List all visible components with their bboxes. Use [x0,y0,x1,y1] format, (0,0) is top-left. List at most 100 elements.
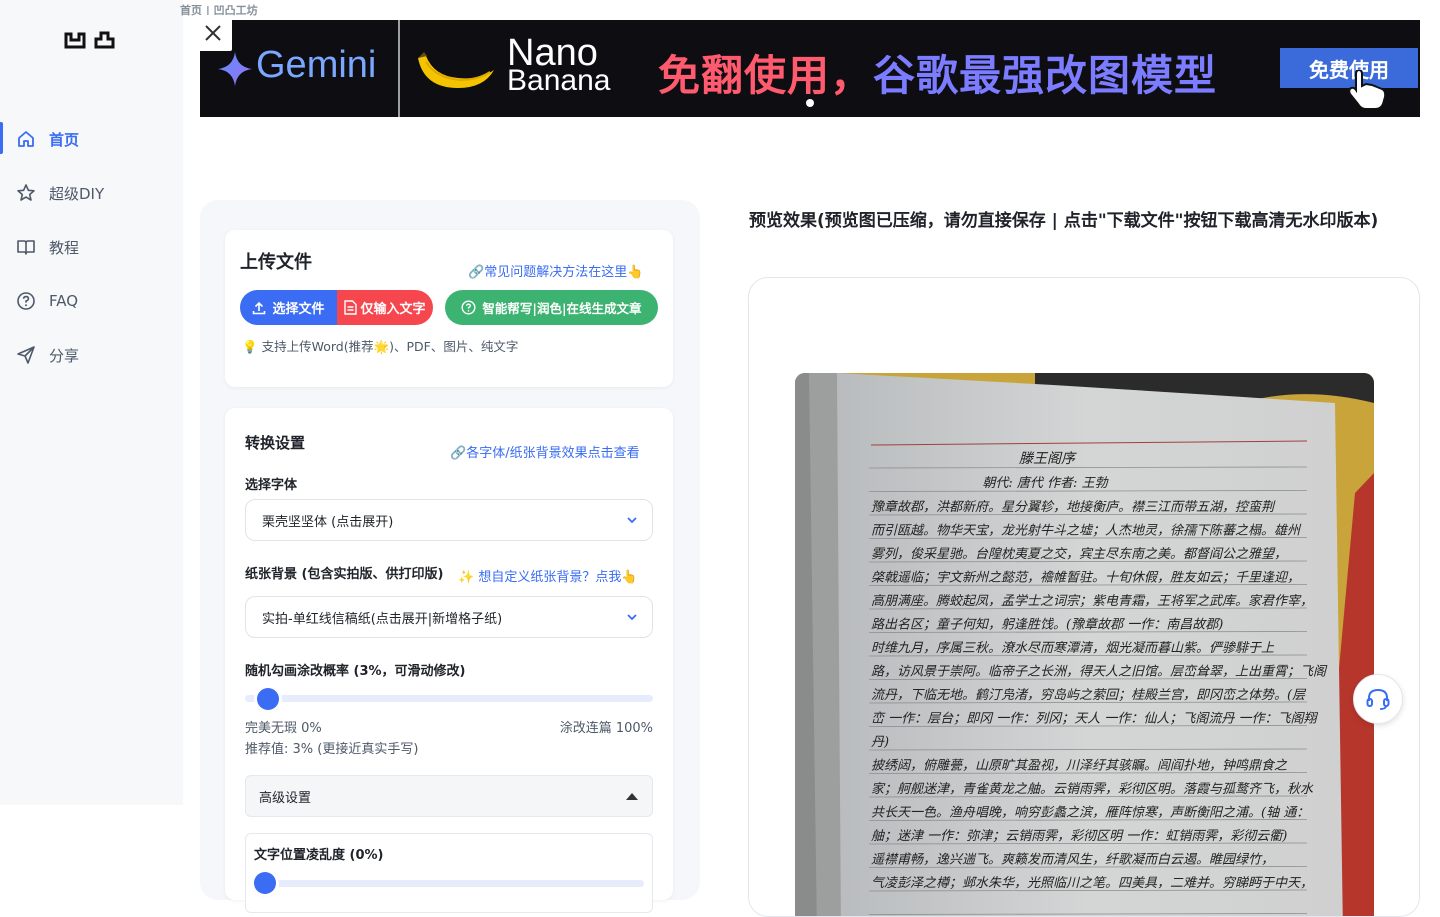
position-slider-thumb[interactable] [254,872,276,894]
sidebar-item-diy[interactable]: 超级DIY [0,166,183,220]
scribble-min-label: 完美无瑕 0% [245,721,322,736]
doc-line: 棨戟遥临；宇文新州之懿范，襜帷暂驻。十旬休假，胜友如云；千里逢迎， [871,570,1300,586]
doc-line: 路出名区；童子何知，躬逢胜饯。(豫章故郡 一作：南昌故郡) [871,617,1223,633]
paper-custom-link-text: 想自定义纸张背景？点我👆 [478,570,638,585]
headset-icon [1366,688,1390,710]
lightbulb-icon: 💡 [242,339,258,354]
upload-button-group: 选择文件 仅输入文字 [240,290,433,325]
upload-hint: 💡 支持上传Word(推荐🌟)、PDF、图片、纯文字 [242,336,518,355]
home-icon [18,131,34,147]
book-icon [17,240,35,255]
font-label: 选择字体 [245,478,298,493]
scribble-label: 随机勾画涂改概率 (3%，可滑动修改) [245,664,466,679]
font-select-value: 栗壳坚坚体 (点击展开) [262,514,394,530]
sidebar-item-label: 教程 [49,238,80,257]
help-circle-icon [17,292,35,310]
position-label: 文字位置凌乱度 (0%) [254,848,384,863]
help-circle-icon [461,300,476,315]
upload-title: 上传文件 [240,252,312,273]
settings-title: 转换设置 [245,434,306,452]
sidebar-item-faq[interactable]: FAQ [0,274,183,328]
link-icon: 🔗 [450,446,467,461]
effects-link-text: 各字体/纸张背景效果点击查看 [466,446,640,461]
upload-hint-text: 支持上传Word(推荐🌟)、PDF、图片、纯文字 [261,339,519,354]
doc-line: 共长天一色。渔舟唱晚，响穷彭蠡之滨，雁阵惊寒，声断衡阳之浦。(轴 通： [871,805,1309,821]
link-icon: 🔗 [468,265,485,280]
sidebar-item-share[interactable]: 分享 [0,328,183,382]
close-icon [205,25,221,41]
choose-file-button[interactable]: 选择文件 [240,290,337,325]
star-icon [17,184,35,201]
paper-label: 纸张背景 (包含实拍版、供打印版) [245,567,444,582]
sidebar-item-home[interactable]: 首页 [0,112,183,166]
font-select[interactable]: 栗壳坚坚体 (点击展开) [245,499,653,541]
sidebar-item-label: 超级DIY [49,184,105,203]
doc-line: 豫章故郡，洪都新府。星分翼轸，地接衡庐。襟三江而带五湖，控蛮荆 [871,499,1276,515]
choose-file-label: 选择文件 [272,302,325,317]
recommend-text: 推荐值: 3% (更接近真实手写) [245,742,419,757]
faq-link[interactable]: 🔗常见问题解决方法在这里👆 [468,261,643,280]
scribble-slider-track[interactable] [245,695,653,702]
advanced-settings-panel: 文字位置凌乱度 (0%) [245,833,653,913]
doc-line: 而引瓯越。物华天宝，龙光射牛斗之墟；人杰地灵，徐孺下陈蕃之榻。雄州 [871,523,1302,539]
doc-line: 时维九月，序属三秋。潦水尽而寒潭清，烟光凝而暮山紫。俨骖騑于上 [871,640,1275,656]
chevron-down-icon [627,614,637,621]
doc-line: 家；舸舰迷津，青雀黄龙之舳。云销雨霁，彩彻区明。落霞与孤鹜齐飞，秋水 [871,781,1314,797]
settings-card: 转换设置 🔗各字体/纸张背景效果点击查看 选择字体 栗壳坚坚体 (点击展开) 纸… [225,408,673,913]
paper-custom-link[interactable]: ✨ 想自定义纸张背景？点我👆 [458,566,638,585]
banner-divider [398,20,400,117]
doc-line: 雾列，俊采星驰。台隍枕夷夏之交，宾主尽东南之美。都督阎公之雅望， [871,546,1287,562]
preview-title: 预览效果(预览图已压缩，请勿直接保存 | 点击"下载文件"按钮下载高清无水印版本… [749,211,1379,231]
preview-box: 滕王阁序朝代: 唐代 作者: 王勃豫章故郡，洪都新府。星分翼轸，地接衡庐。襟三江… [748,277,1420,917]
paper-select[interactable]: 实拍-单红线信稿纸(点击展开|新增格子纸) [245,596,653,638]
paper-select-value: 实拍-单红线信稿纸(点击展开|新增格子纸) [262,611,503,627]
position-slider-track[interactable] [254,880,644,887]
sidebar-item-label: 首页 [49,130,80,149]
app-logo-icon[interactable] [64,30,116,52]
document-icon [344,300,358,315]
faq-link-text: 常见问题解决方法在这里👆 [484,265,644,280]
doc-line: 丹) [871,735,889,750]
promo-banner[interactable]: Gemini Nano Banana 免翻使用，谷歌最强改图模型 免费使用 [200,20,1420,117]
doc-line: 路，访风景于崇阿。临帝子之长洲，得天人之旧馆。层峦耸翠，上出重霄；飞阁 [871,664,1328,680]
sidebar-item-label: FAQ [49,292,79,310]
banner-brand: Gemini [256,44,377,86]
caret-up-icon [626,793,638,800]
pointer-hand-icon [1348,70,1387,110]
banner-slogan: 免翻使用，谷歌最强改图模型 [658,42,1217,103]
ai-write-label: 智能帮写|润色|在线生成文章 [482,301,642,316]
sidebar-item-tutorial[interactable]: 教程 [0,220,183,274]
doc-title: 滕王阁序 [1019,451,1077,467]
sidebar-nav: 首页 超级DIY 教程 FAQ 分享 [0,112,183,382]
doc-author: 朝代: 唐代 作者: 王勃 [982,475,1109,491]
scribble-slider-thumb[interactable] [257,688,280,710]
banner-slogan-part1: 免翻使用， [658,51,874,100]
banana-icon [418,52,494,88]
doc-line: 流丹，下临无地。鹤汀凫渚，穷岛屿之萦回；桂殿兰宫，即冈峦之体势。(层 [871,687,1307,703]
advanced-settings-toggle[interactable]: 高级设置 [245,775,653,817]
scribble-max-label: 涂改连篇 100% [559,721,653,736]
ai-write-button[interactable]: 智能帮写|润色|在线生成文章 [445,290,658,325]
effects-link[interactable]: 🔗各字体/纸张背景效果点击查看 [450,442,640,461]
sidebar: 首页 超级DIY 教程 FAQ 分享 [0,0,183,805]
doc-line: 遥襟甫畅，逸兴遄飞。爽籁发而清风生，纤歌凝而白云遏。睢园绿竹， [871,853,1274,868]
banner-product-line2: Banana [507,64,611,97]
doc-line: 披绣闼，俯雕甍，山原旷其盈视，川泽纡其骇瞩。闾阎扑地，钟鸣鼎食之 [871,758,1288,774]
doc-line: 高朋满座。腾蛟起凤，孟学士之词宗；紫电青霜，王将军之武库。家君作宰， [871,593,1313,609]
customer-service-button[interactable] [1353,674,1403,724]
chevron-down-icon [627,517,637,524]
sparkle-icon: ✨ [458,570,475,585]
carousel-dot[interactable] [806,99,814,107]
preview-image: 滕王阁序朝代: 唐代 作者: 王勃豫章故郡，洪都新府。星分翼轸，地接衡庐。襟三江… [795,373,1374,916]
gemini-star-icon [218,52,252,86]
banner-slogan-part2: 谷歌最强改图模型 [873,51,1218,100]
advanced-settings-label: 高级设置 [259,790,312,806]
sidebar-item-label: 分享 [49,346,80,365]
send-icon [17,346,35,364]
text-only-button[interactable]: 仅输入文字 [337,290,433,325]
doc-line: 峦 一作：层台；即冈 一作：列冈；天人 一作：仙人；飞阁流丹 一作：飞阁翔 [871,711,1319,727]
text-only-label: 仅输入文字 [360,302,426,317]
upload-icon [253,301,266,314]
banner-close-button[interactable] [194,15,232,51]
doc-line: 舳；迷津 一作：弥津；云销雨霁，彩彻区明 一作：虹销雨霁，彩彻云衢) [871,829,1287,844]
